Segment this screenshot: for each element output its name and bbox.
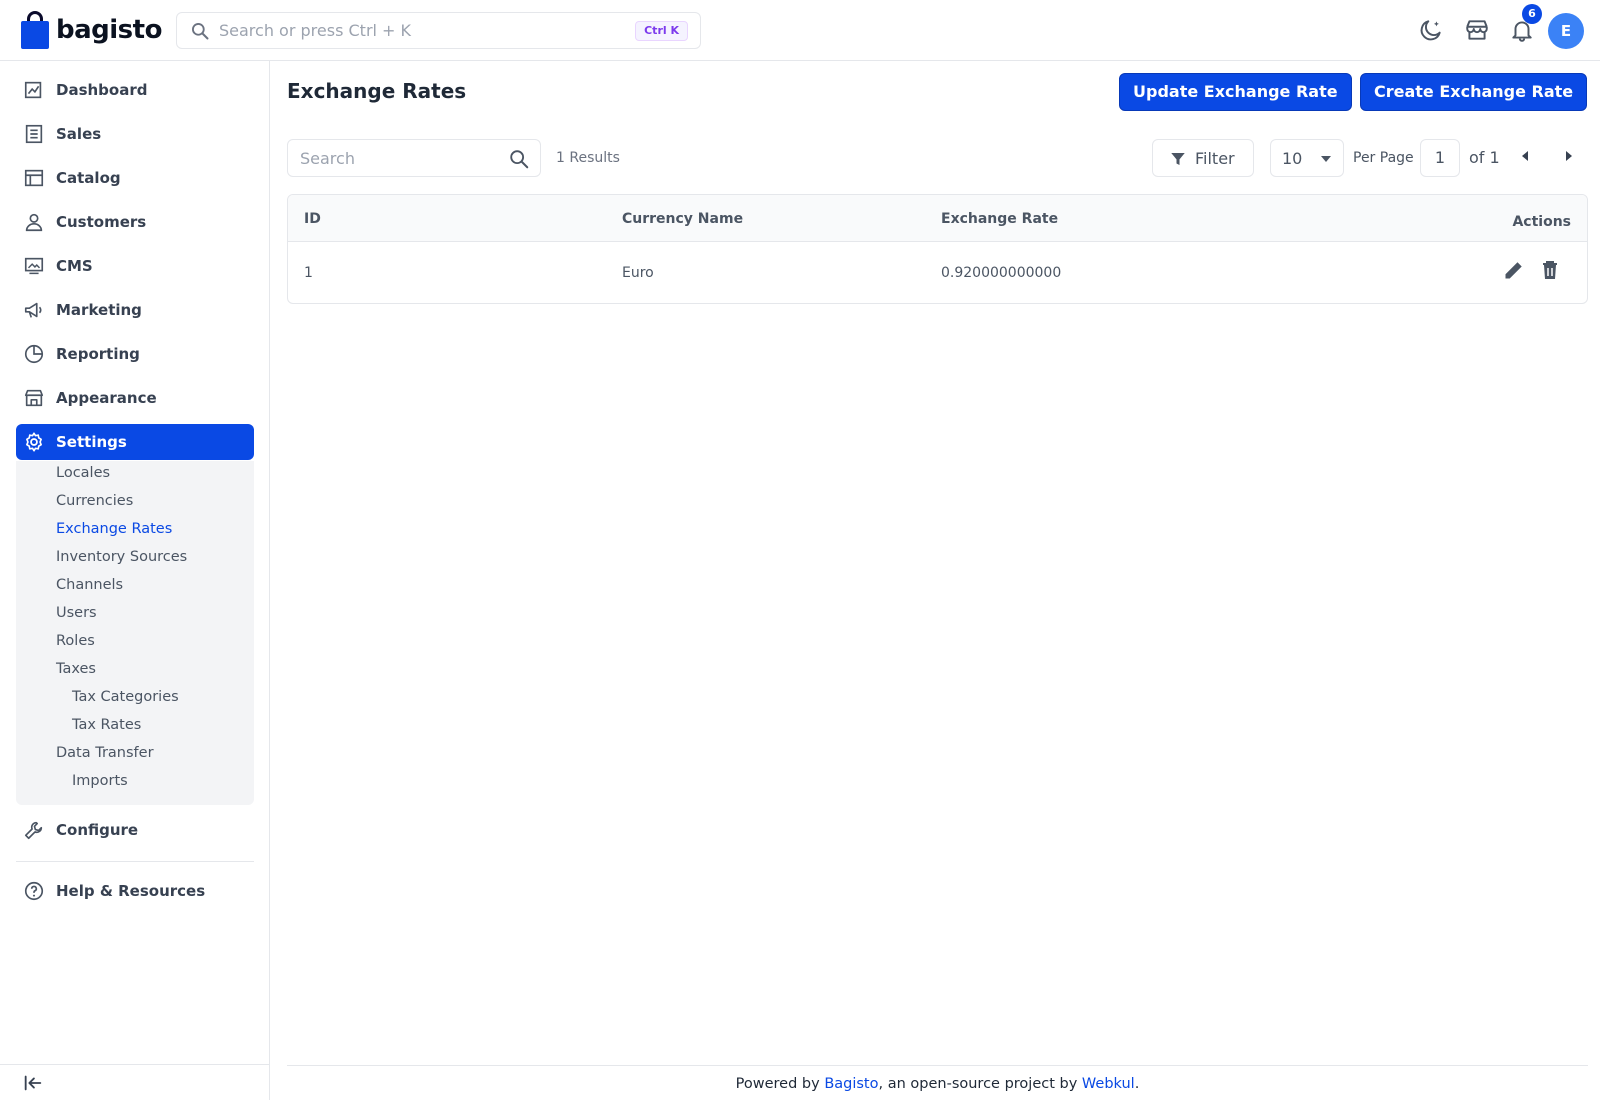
- help-icon: [24, 881, 44, 901]
- submenu-item-tax-rates[interactable]: Tax Rates: [72, 717, 141, 733]
- cms-icon: [24, 257, 44, 275]
- sidebar-item-sales[interactable]: Sales: [16, 116, 254, 152]
- sidebar-item-settings[interactable]: Settings: [16, 424, 254, 460]
- sidebar-footer-divider: [0, 1064, 270, 1065]
- edit-icon[interactable]: [1502, 258, 1526, 282]
- search-placeholder: Search: [300, 149, 355, 168]
- column-header-id[interactable]: ID: [304, 211, 321, 227]
- gear-icon: [26, 432, 42, 452]
- catalog-icon: [24, 169, 44, 187]
- search-icon: [192, 23, 209, 40]
- shopping-bag-icon: [21, 11, 49, 49]
- sidebar-item-label: Sales: [56, 125, 102, 143]
- appearance-icon: [24, 389, 44, 407]
- sidebar-item-cms[interactable]: CMS: [16, 248, 254, 284]
- footer-text: , an open-source project by: [878, 1076, 1082, 1092]
- search-icon[interactable]: [508, 148, 530, 170]
- sidebar-item-label: Configure: [56, 821, 139, 839]
- delete-icon[interactable]: [1538, 258, 1562, 282]
- sidebar-item-label: CMS: [56, 257, 93, 275]
- results-count: 1 Results: [556, 150, 620, 166]
- footer-text: .: [1134, 1076, 1140, 1092]
- sidebar-item-marketing[interactable]: Marketing: [16, 292, 254, 328]
- per-page-label: Per Page: [1353, 150, 1414, 166]
- cell-exchange-rate: 0.920000000000: [941, 265, 1062, 281]
- footer: Powered by Bagisto, an open-source proje…: [287, 1076, 1588, 1092]
- submenu-item-channels[interactable]: Channels: [56, 577, 123, 593]
- submenu-item-locales[interactable]: Locales: [56, 465, 110, 481]
- bagisto-logo[interactable]: bagisto: [21, 11, 162, 49]
- submenu-item-tax-categories[interactable]: Tax Categories: [72, 689, 179, 705]
- search-placeholder: Search or press Ctrl + K: [219, 21, 412, 40]
- footer-text: Powered by: [735, 1076, 825, 1092]
- sidebar-item-label: Marketing: [56, 301, 142, 319]
- submenu-item-users[interactable]: Users: [56, 605, 97, 621]
- footer-divider: [287, 1065, 1588, 1066]
- submenu-item-roles[interactable]: Roles: [56, 633, 95, 649]
- notification-count-badge: 6: [1522, 4, 1542, 24]
- per-page-value: 10: [1282, 149, 1303, 168]
- dashboard-icon: [24, 81, 42, 99]
- page-total: of 1: [1469, 148, 1500, 167]
- per-page-select[interactable]: 10: [1270, 139, 1344, 177]
- page-title: Exchange Rates: [287, 79, 467, 103]
- store-icon[interactable]: [1464, 17, 1490, 43]
- previous-page-icon[interactable]: [1522, 151, 1528, 161]
- caret-down-icon: [1321, 156, 1331, 162]
- table-header: ID Currency Name Exchange Rate Actions: [288, 195, 1587, 242]
- column-header-currency-name[interactable]: Currency Name: [622, 211, 743, 227]
- submenu-item-inventory-sources[interactable]: Inventory Sources: [56, 549, 187, 565]
- page-number-input[interactable]: 1: [1420, 139, 1460, 177]
- customers-icon: [25, 213, 43, 232]
- sidebar-divider: [16, 861, 254, 862]
- global-search-input[interactable]: Search or press Ctrl + K Ctrl K: [176, 12, 701, 49]
- submenu-item-currencies[interactable]: Currencies: [56, 493, 133, 509]
- sidebar-item-dashboard[interactable]: Dashboard: [16, 72, 254, 108]
- filter-icon: [1171, 153, 1185, 165]
- sidebar-item-label: Catalog: [56, 169, 121, 187]
- sidebar-item-label: Appearance: [56, 389, 157, 407]
- wrench-icon: [24, 821, 43, 840]
- submenu-item-exchange-rates[interactable]: Exchange Rates: [56, 521, 172, 537]
- top-bar: bagisto Search or press Ctrl + K Ctrl K: [0, 0, 1600, 61]
- sidebar-item-customers[interactable]: Customers: [16, 204, 254, 240]
- collapse-sidebar-icon[interactable]: [22, 1072, 44, 1094]
- sidebar-item-label: Help & Resources: [56, 882, 206, 900]
- sidebar-item-configure[interactable]: Configure: [16, 812, 254, 848]
- cell-id: 1: [304, 265, 313, 281]
- submenu-item-data-transfer[interactable]: Data Transfer: [56, 745, 154, 761]
- sidebar-item-catalog[interactable]: Catalog: [16, 160, 254, 196]
- exchange-rates-table: ID Currency Name Exchange Rate Actions 1…: [287, 194, 1588, 304]
- create-exchange-rate-button[interactable]: Create Exchange Rate: [1360, 73, 1588, 111]
- webkul-link[interactable]: Webkul: [1082, 1076, 1135, 1092]
- column-header-actions: Actions: [1512, 214, 1571, 230]
- filter-label: Filter: [1195, 149, 1235, 168]
- datagrid-search-input[interactable]: Search: [287, 139, 541, 177]
- reporting-icon: [24, 344, 44, 364]
- column-header-exchange-rate[interactable]: Exchange Rate: [941, 211, 1058, 227]
- sidebar-item-appearance[interactable]: Appearance: [16, 380, 254, 416]
- sidebar-item-reporting[interactable]: Reporting: [16, 336, 254, 372]
- sidebar-item-label: Reporting: [56, 345, 140, 363]
- cell-currency-name: Euro: [622, 265, 654, 281]
- sales-icon: [25, 124, 43, 144]
- submenu-item-taxes[interactable]: Taxes: [56, 661, 96, 677]
- sidebar-item-help[interactable]: Help & Resources: [16, 873, 254, 909]
- megaphone-icon: [24, 302, 42, 318]
- brand-name: bagisto: [56, 15, 162, 45]
- sidebar-item-label: Customers: [56, 213, 147, 231]
- moon-icon[interactable]: [1418, 17, 1444, 43]
- next-page-icon[interactable]: [1566, 151, 1572, 161]
- submenu-item-imports[interactable]: Imports: [72, 773, 128, 789]
- bagisto-link[interactable]: Bagisto: [824, 1076, 878, 1092]
- update-exchange-rate-button[interactable]: Update Exchange Rate: [1119, 73, 1352, 111]
- user-avatar[interactable]: E: [1548, 13, 1584, 49]
- sidebar-item-label: Settings: [56, 433, 127, 451]
- keyboard-shortcut-badge: Ctrl K: [635, 21, 688, 41]
- sidebar-item-label: Dashboard: [56, 81, 148, 99]
- filter-button[interactable]: Filter: [1152, 139, 1254, 177]
